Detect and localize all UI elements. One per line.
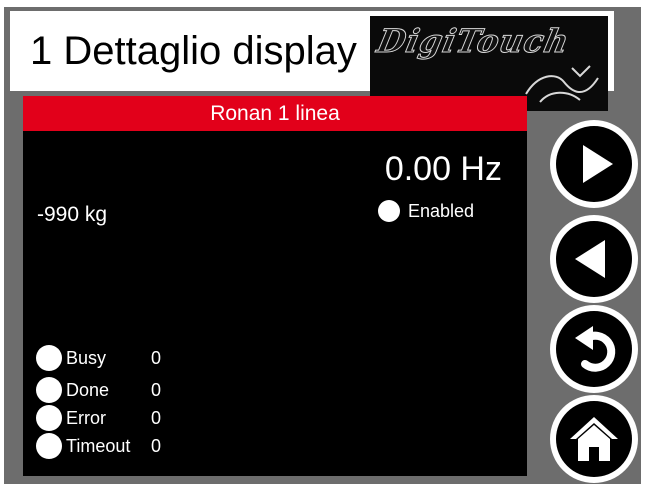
- busy-label: Busy: [66, 347, 107, 368]
- status-error: Error 0: [36, 405, 161, 431]
- timeout-value: 0: [151, 435, 162, 456]
- done-label: Done: [66, 379, 110, 400]
- home-icon: [570, 417, 618, 461]
- enabled-indicator: Enabled: [378, 199, 474, 223]
- home-button[interactable]: [550, 395, 638, 483]
- done-led: [36, 377, 62, 403]
- logo-scribble-icon: [525, 65, 599, 103]
- weight-readout: -990 kg: [37, 203, 108, 226]
- timeout-led: [36, 433, 62, 459]
- next-button[interactable]: [550, 120, 638, 208]
- error-led: [36, 405, 62, 431]
- enabled-led: [378, 200, 400, 222]
- frequency-readout: 0.00 Hz: [384, 150, 502, 188]
- status-done: Done 0: [36, 377, 161, 403]
- back-button[interactable]: [550, 305, 638, 393]
- done-value: 0: [151, 379, 162, 400]
- enabled-label: Enabled: [408, 200, 475, 221]
- play-right-icon: [583, 145, 613, 183]
- page-title: 1 Dettaglio display: [30, 29, 357, 73]
- status-timeout: Timeout 0: [36, 433, 161, 459]
- error-label: Error: [66, 407, 106, 428]
- previous-button[interactable]: [550, 215, 638, 303]
- busy-led: [36, 345, 62, 371]
- error-value: 0: [151, 407, 162, 428]
- back-button-face[interactable]: [556, 311, 632, 387]
- timeout-label: Timeout: [66, 435, 131, 456]
- home-button-face[interactable]: [556, 401, 632, 477]
- previous-button-face[interactable]: [556, 221, 632, 297]
- status-busy: Busy 0: [36, 345, 161, 371]
- line-name-header: Ronan 1 linea: [23, 96, 527, 131]
- busy-value: 0: [151, 347, 162, 368]
- undo-arrow-icon: [575, 326, 616, 372]
- logo-text: DigiTouch: [373, 22, 573, 61]
- next-button-face[interactable]: [556, 126, 632, 202]
- play-left-icon: [575, 240, 605, 278]
